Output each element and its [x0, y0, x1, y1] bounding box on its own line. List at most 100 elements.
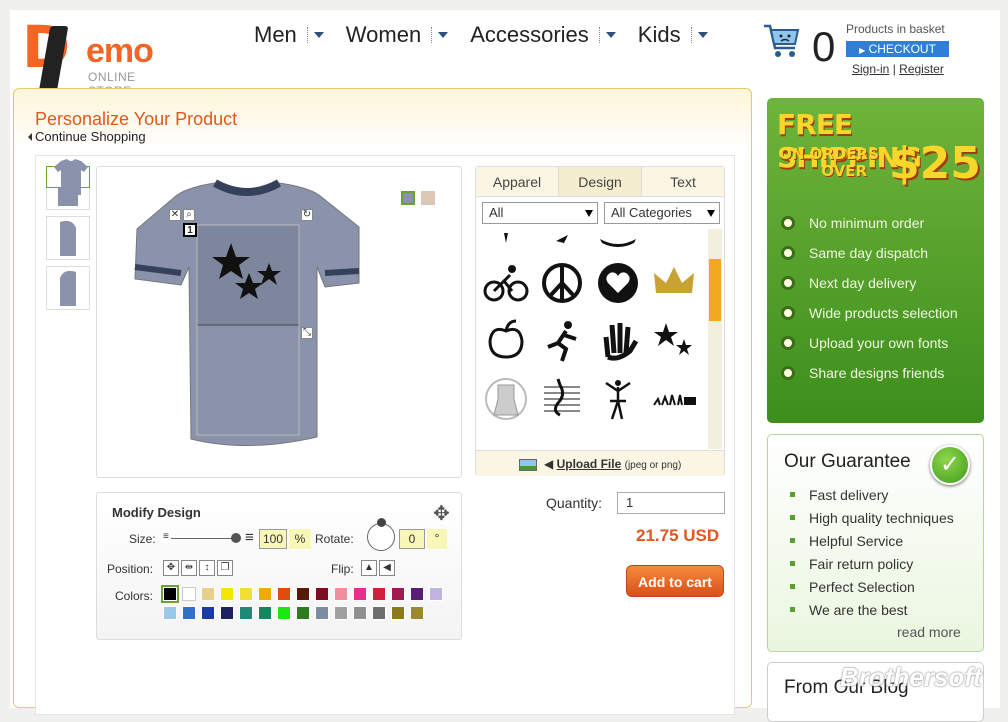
- move-icon[interactable]: ✥: [433, 501, 450, 526]
- tab-text[interactable]: Text: [642, 167, 724, 196]
- bullet-icon: [790, 607, 795, 612]
- alt-color-swatch[interactable]: [421, 191, 435, 205]
- list-item-label: Fast delivery: [809, 486, 889, 503]
- color-swatch[interactable]: [182, 606, 196, 620]
- center-horizontal-icon[interactable]: ⇹: [181, 560, 197, 576]
- color-swatch[interactable]: [372, 606, 386, 620]
- color-swatch[interactable]: [410, 606, 424, 620]
- rotate-icon[interactable]: ↻: [301, 209, 313, 221]
- register-link[interactable]: Register: [899, 62, 944, 76]
- size-large-icon[interactable]: ≡: [245, 529, 254, 546]
- music-icon[interactable]: [538, 375, 586, 423]
- size-slider-handle[interactable]: [231, 533, 241, 543]
- color-swatch[interactable]: [372, 587, 386, 601]
- color-swatch[interactable]: [258, 587, 272, 601]
- color-swatch[interactable]: [296, 606, 310, 620]
- nav-item-kids[interactable]: Kids: [638, 22, 708, 48]
- color-swatch[interactable]: [410, 587, 424, 601]
- flip-horizontal-icon[interactable]: ◀: [379, 560, 395, 576]
- heart-badge-icon[interactable]: [594, 259, 642, 307]
- scrollbar-thumb[interactable]: [709, 259, 721, 321]
- color-swatch[interactable]: [334, 606, 348, 620]
- center-vertical-icon[interactable]: ↕: [199, 560, 215, 576]
- rotate-dial-handle[interactable]: [377, 518, 386, 527]
- color-swatch[interactable]: [353, 606, 367, 620]
- color-swatch[interactable]: [277, 606, 291, 620]
- read-more-link[interactable]: read more: [897, 624, 961, 640]
- free-shipping-subtitle: ON ORDERS OVER: [779, 146, 879, 180]
- chevron-down-icon[interactable]: [313, 32, 324, 38]
- runner-icon[interactable]: [538, 317, 586, 365]
- peace-icon[interactable]: [538, 259, 586, 307]
- color-swatch[interactable]: [239, 587, 253, 601]
- color-swatch[interactable]: [429, 587, 443, 601]
- color-swatch[interactable]: [353, 587, 367, 601]
- thumb-right-sleeve[interactable]: [46, 266, 90, 310]
- size-small-icon[interactable]: ≡: [163, 531, 169, 542]
- thumb-left-sleeve[interactable]: [46, 216, 90, 260]
- color-swatch[interactable]: [201, 587, 215, 601]
- thumb-front[interactable]: [46, 159, 90, 195]
- color-swatch[interactable]: [391, 606, 405, 620]
- color-swatch[interactable]: [296, 587, 310, 601]
- color-swatch[interactable]: [201, 606, 215, 620]
- store-logo[interactable]: D emo ONLINE STORE: [22, 18, 182, 98]
- nav-item-women[interactable]: Women: [346, 22, 449, 48]
- checkout-button[interactable]: ▶ CHECKOUT: [846, 41, 949, 57]
- tab-apparel[interactable]: Apparel: [476, 167, 559, 196]
- color-swatch[interactable]: [258, 606, 272, 620]
- clipart-partial-icon[interactable]: [594, 229, 642, 251]
- color-swatch[interactable]: [182, 587, 196, 601]
- cyclist-icon[interactable]: [482, 259, 530, 307]
- category-select[interactable]: All Categories: [604, 202, 720, 224]
- quantity-input[interactable]: 1: [617, 492, 725, 514]
- nav-item-men[interactable]: Men: [254, 22, 324, 48]
- resize-icon[interactable]: ⤡: [301, 327, 313, 339]
- color-swatch[interactable]: [161, 585, 179, 603]
- nav-item-accessories[interactable]: Accessories: [470, 22, 616, 48]
- clipart-partial-icon[interactable]: [482, 229, 530, 251]
- flip-vertical-icon[interactable]: ▲: [361, 560, 377, 576]
- close-icon[interactable]: ✕: [169, 209, 181, 221]
- signin-link[interactable]: Sign-in: [852, 62, 889, 76]
- filter-select[interactable]: All: [482, 202, 598, 224]
- chevron-down-icon[interactable]: [605, 32, 616, 38]
- shopping-cart-icon[interactable]: [762, 20, 802, 60]
- evolution-icon[interactable]: [650, 375, 698, 423]
- tab-design[interactable]: Design: [559, 167, 642, 196]
- color-swatch[interactable]: [334, 587, 348, 601]
- add-to-cart-button[interactable]: Add to cart: [626, 565, 724, 597]
- layer-number[interactable]: 1: [183, 223, 197, 237]
- rotate-input[interactable]: 0: [399, 529, 425, 549]
- size-slider-track[interactable]: [171, 538, 239, 539]
- color-swatch[interactable]: [239, 606, 253, 620]
- stars-icon[interactable]: [650, 317, 698, 365]
- rotate-dial[interactable]: [367, 523, 395, 551]
- chevron-down-icon[interactable]: [697, 32, 708, 38]
- size-input[interactable]: 100: [259, 529, 287, 549]
- handprint-icon[interactable]: [594, 317, 642, 365]
- color-swatch[interactable]: [315, 606, 329, 620]
- upload-file-link[interactable]: ◀ Upload File (jpeg or png): [476, 450, 724, 476]
- clipart-partial-icon[interactable]: [538, 229, 586, 251]
- color-swatch[interactable]: [220, 606, 234, 620]
- color-swatch[interactable]: [277, 587, 291, 601]
- astronaut-icon[interactable]: [482, 375, 530, 423]
- color-swatch[interactable]: [315, 587, 329, 601]
- continue-shopping-link[interactable]: Continue Shopping: [28, 129, 146, 144]
- account-links: Sign-in | Register: [852, 62, 944, 76]
- free-shipping-banner[interactable]: FREE SHIPPING ON ORDERS OVER $25 No minim…: [767, 98, 984, 423]
- color-swatch[interactable]: [163, 606, 177, 620]
- clipart-scrollbar[interactable]: [708, 229, 722, 449]
- apple-icon[interactable]: [482, 317, 530, 365]
- send-back-icon[interactable]: ❐: [217, 560, 233, 576]
- zoom-icon[interactable]: ⌕: [183, 209, 195, 221]
- center-icon[interactable]: ✥: [163, 560, 179, 576]
- shirt-color-swatch[interactable]: [401, 191, 415, 205]
- crown-icon[interactable]: [650, 259, 698, 307]
- chevron-down-icon[interactable]: [438, 32, 449, 38]
- dancer-icon[interactable]: [594, 375, 642, 423]
- design-canvas[interactable]: ✕ ⌕ 1 ↻ ⤡: [96, 166, 462, 478]
- color-swatch[interactable]: [391, 587, 405, 601]
- color-swatch[interactable]: [220, 587, 234, 601]
